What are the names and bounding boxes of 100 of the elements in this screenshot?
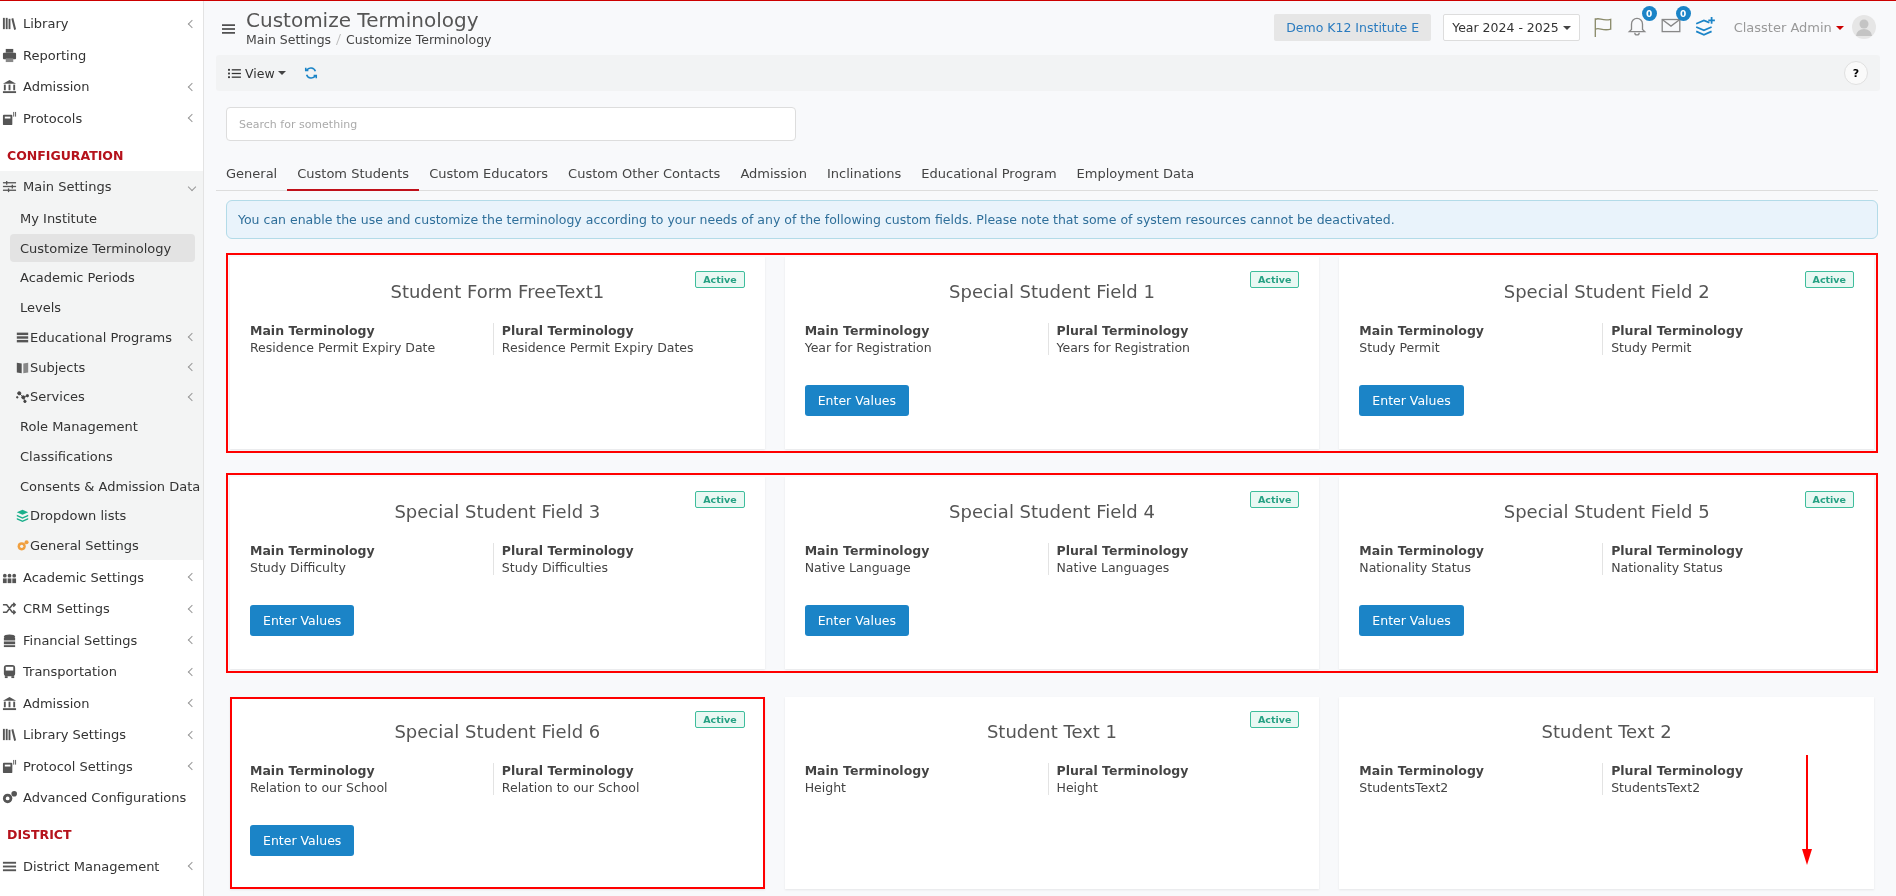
sidebar-item[interactable]: CRM Settings <box>0 592 203 625</box>
sidebar-item[interactable]: Reporting <box>0 39 203 71</box>
card-title: Student Form FreeText1 <box>390 281 605 302</box>
tab[interactable]: Admission <box>730 159 817 190</box>
status-badge: Active <box>695 711 745 728</box>
list-icon <box>228 67 241 79</box>
enter-values-button[interactable]: Enter Values <box>1359 385 1464 416</box>
sidebar-item[interactable]: General Settings <box>10 531 195 560</box>
nodes-icon <box>16 390 29 404</box>
tab[interactable]: Employment Data <box>1066 159 1205 190</box>
term-value: Native Languages <box>1056 560 1171 575</box>
sidebar-item[interactable]: District Management <box>0 850 203 882</box>
term-label: Plural Terminology <box>1611 543 1745 558</box>
sidebar-item[interactable]: Academic Settings <box>0 561 203 593</box>
sidebar-item[interactable]: Protocols <box>0 102 203 134</box>
sidebar-item[interactable]: Services <box>10 382 195 411</box>
term-value: Relation to our School <box>250 780 389 795</box>
term-label: Main Terminology <box>804 763 931 778</box>
sidebar-item[interactable]: Subjects <box>10 353 195 381</box>
sidebar-item[interactable]: Main Settings <box>0 171 203 203</box>
term-label: Plural Terminology <box>1611 323 1745 338</box>
status-badge: Active <box>695 491 745 508</box>
info-message: You can enable the use and customize the terminology according to your needs of any of the following custom fields. Please note that some of system resources cannot be deactivated. <box>226 200 1878 239</box>
card-title: Special Student Field 5 <box>1503 501 1710 522</box>
sidebar-item[interactable]: Classifications <box>10 442 195 471</box>
term-label: Plural Terminology <box>501 543 635 558</box>
term-value: Native Language <box>804 560 912 575</box>
notification-count: 0 <box>1641 6 1657 21</box>
layers-plus-icon[interactable] <box>1693 16 1716 38</box>
refresh-icon[interactable] <box>303 66 318 80</box>
bank-icon <box>2 79 17 95</box>
tab[interactable]: Custom Students <box>287 159 420 191</box>
tab[interactable]: Custom Other Contacts <box>558 159 731 190</box>
books-icon <box>2 16 17 32</box>
tab[interactable]: Inclinations <box>816 159 912 190</box>
term-value: Residence Permit Expiry Dates <box>501 340 695 355</box>
view-dropdown[interactable]: View <box>228 65 286 81</box>
tab[interactable]: Educational Program <box>911 159 1067 190</box>
sidebar-item[interactable]: Financial Settings <box>0 624 203 656</box>
card-title: Special Student Field 4 <box>949 501 1155 522</box>
breadcrumb-current: Customize Terminology <box>346 31 492 47</box>
term-label: Plural Terminology <box>501 323 635 338</box>
section-heading: DISTRICT <box>6 826 73 845</box>
tab[interactable]: Custom Educators <box>419 159 559 190</box>
server-icon <box>16 330 29 344</box>
enter-values-button[interactable]: Enter Values <box>250 605 355 636</box>
menu-icon[interactable] <box>222 23 235 35</box>
term-label: Plural Terminology <box>1611 763 1745 778</box>
term-label: Main Terminology <box>804 543 931 558</box>
enter-values-button[interactable]: Enter Values <box>1359 605 1464 636</box>
sidebar-item[interactable]: Admission <box>0 687 203 719</box>
sidebar-item[interactable]: Advanced Configurations <box>0 781 203 814</box>
coins-icon <box>2 632 17 648</box>
sidebar-item[interactable]: Educational Programs <box>10 323 195 352</box>
sidebar-item[interactable]: Admission <box>0 71 203 103</box>
institute-button[interactable]: Demo K12 Institute E <box>1274 13 1432 41</box>
breadcrumb-link[interactable]: Main Settings <box>246 31 332 47</box>
gear-icon <box>16 539 29 552</box>
enter-values-button[interactable]: Enter Values <box>804 385 910 416</box>
term-value: Study Permit <box>1611 340 1693 355</box>
sidebar-item[interactable]: Levels <box>10 293 195 322</box>
sidebar-item[interactable]: Dropdown lists <box>10 501 195 530</box>
sidebar-item[interactable]: Customize Terminology <box>10 234 195 262</box>
term-label: Main Terminology <box>250 763 376 778</box>
search-field[interactable]: Search for something <box>226 107 796 141</box>
status-badge: Active <box>1804 271 1854 288</box>
term-value: Nationality Status <box>1359 560 1472 575</box>
term-value: Height <box>1056 780 1099 795</box>
enter-values-button[interactable]: Enter Values <box>804 605 910 636</box>
term-value: Study Difficulties <box>501 560 609 575</box>
enter-values-button[interactable]: Enter Values <box>250 825 355 856</box>
sidebar-item[interactable]: Library Settings <box>0 718 203 751</box>
term-label: Main Terminology <box>1359 763 1485 778</box>
sidebar-item[interactable]: Role Management <box>10 412 195 441</box>
status-badge: Active <box>695 271 745 288</box>
term-label: Main Terminology <box>250 323 376 338</box>
card-title: Special Student Field 2 <box>1503 281 1710 302</box>
help-button[interactable]: ? <box>1844 61 1868 85</box>
message-count: 0 <box>1675 6 1691 21</box>
term-value: Years for Registration <box>1056 340 1191 355</box>
term-value: Residence Permit Expiry Date <box>250 340 437 355</box>
year-dropdown[interactable]: Year 2024 - 2025 <box>1443 13 1580 41</box>
card-title: Special Student Field 6 <box>394 721 601 742</box>
term-value: Study Permit <box>1359 340 1441 355</box>
card-title: Student Text 2 <box>1541 721 1672 742</box>
sidebar-item[interactable]: Academic Periods <box>10 263 195 292</box>
page-title: Customize Terminology <box>246 7 480 32</box>
sidebar-item[interactable]: Transportation <box>0 655 203 688</box>
section-heading: CONFIGURATION <box>6 147 125 165</box>
tab[interactable]: General <box>216 159 288 190</box>
card-title: Special Student Field 3 <box>394 501 601 522</box>
shuffle-icon <box>2 601 17 616</box>
term-label: Main Terminology <box>250 543 376 558</box>
term-value: Height <box>804 780 847 795</box>
term-value: Nationality Status <box>1611 560 1724 575</box>
term-label: Plural Terminology <box>1056 323 1190 338</box>
term-label: Main Terminology <box>1359 323 1485 338</box>
sidebar-item[interactable]: Protocol Settings <box>0 750 203 782</box>
sidebar-item[interactable]: Library <box>0 8 203 40</box>
sidebar-item[interactable]: My Institute <box>10 204 195 233</box>
